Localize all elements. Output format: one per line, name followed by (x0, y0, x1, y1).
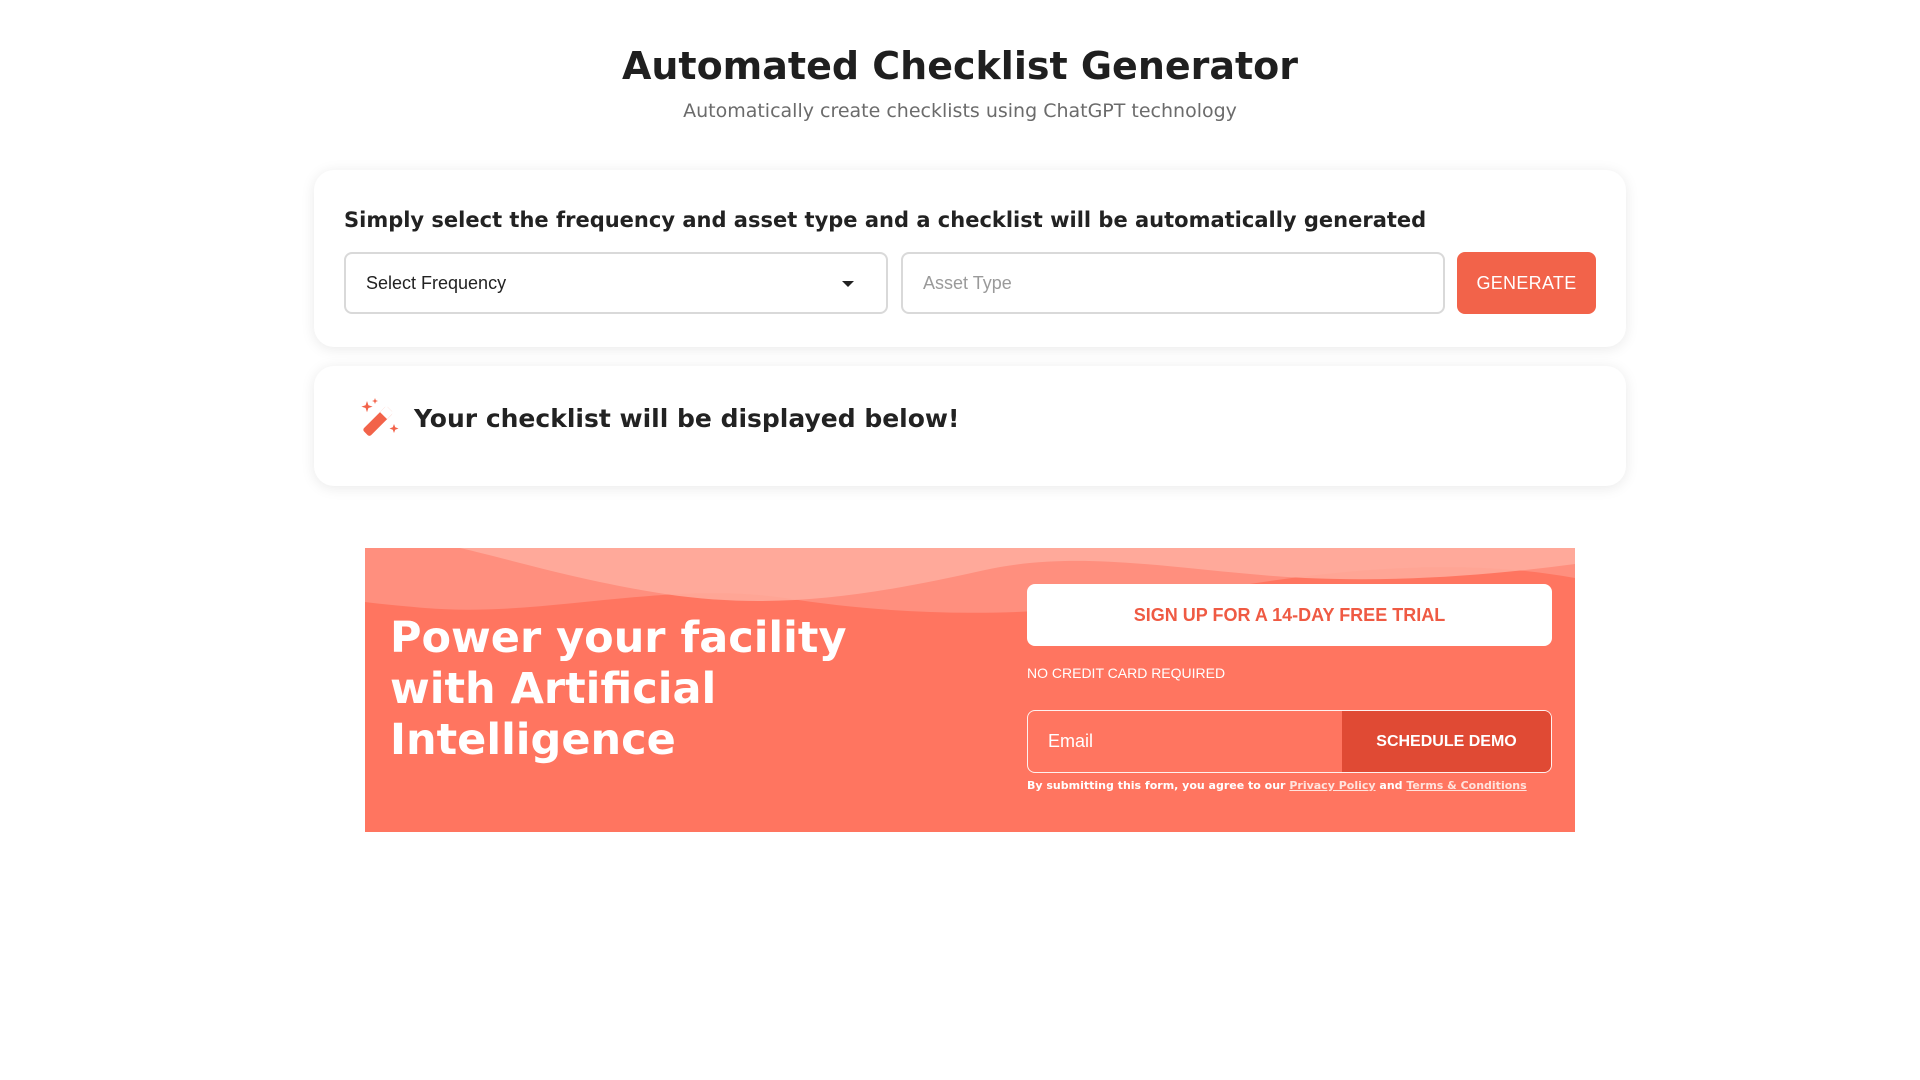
promo-banner: Power your facility with Artificial Inte… (365, 548, 1575, 832)
promo-headline: Power your facility with Artificial Inte… (390, 613, 847, 765)
consent-text: By submitting this form, you agree to ou… (1027, 779, 1527, 792)
page-title: Automated Checklist Generator (621, 44, 1299, 88)
generate-button[interactable]: GENERATE (1457, 252, 1596, 314)
header: Automated Checklist Generator Automatica… (0, 40, 1920, 124)
asset-type-input[interactable] (901, 252, 1445, 314)
form-instruction: Simply select the frequency and asset ty… (344, 208, 1427, 232)
magic-wand-icon (360, 398, 400, 438)
terms-conditions-link[interactable]: Terms & Conditions (1406, 779, 1526, 792)
page-subtitle: Automatically create checklists using Ch… (683, 100, 1237, 122)
chevron-down-icon (842, 281, 854, 287)
free-trial-button[interactable]: SIGN UP FOR A 14-DAY FREE TRIAL (1027, 584, 1552, 646)
checklist-result-card: Your checklist will be displayed below! (314, 366, 1626, 486)
consent-and: and (1379, 779, 1403, 792)
page: Automated Checklist Generator Automatica… (0, 0, 1920, 1080)
demo-form: SCHEDULE DEMO (1027, 710, 1552, 773)
generator-form-card: Simply select the frequency and asset ty… (314, 170, 1626, 347)
frequency-select[interactable]: Select Frequency (344, 252, 888, 314)
schedule-demo-button[interactable]: SCHEDULE DEMO (1342, 711, 1551, 772)
email-input[interactable] (1028, 711, 1342, 772)
checklist-placeholder-message: Your checklist will be displayed below! (414, 404, 960, 433)
frequency-select-value: Select Frequency (366, 273, 507, 293)
privacy-policy-link[interactable]: Privacy Policy (1289, 779, 1375, 792)
consent-prefix: By submitting this form, you agree to ou… (1027, 779, 1286, 792)
no-credit-card-note: NO CREDIT CARD REQUIRED (1027, 665, 1226, 681)
